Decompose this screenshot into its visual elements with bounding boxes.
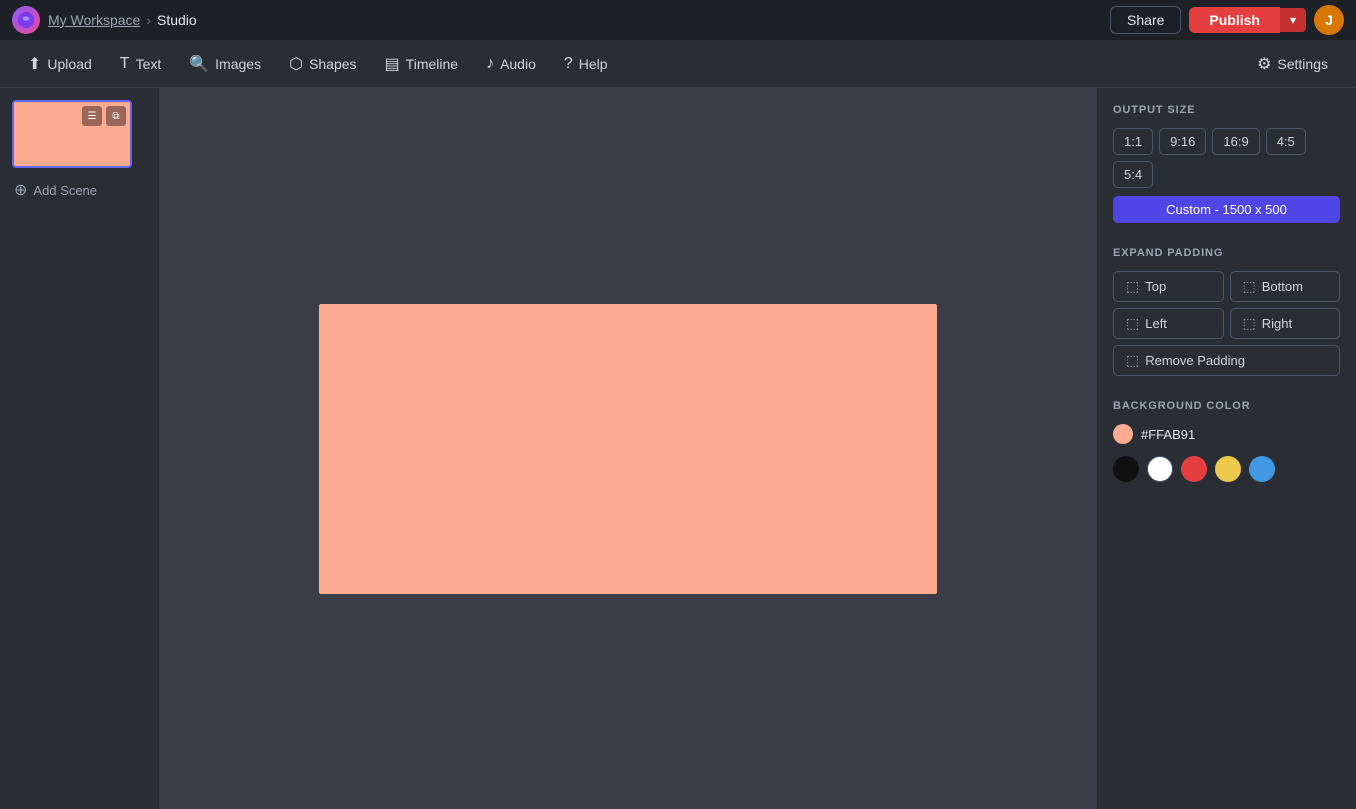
bg-color-row: #FFAB91 — [1113, 424, 1340, 444]
color-blue[interactable] — [1249, 456, 1275, 482]
remove-padding-icon: ⬚ — [1126, 352, 1139, 369]
workspace-link[interactable]: My Workspace — [48, 12, 140, 28]
right-panel: OUTPUT SIZE 1:1 9:16 16:9 4:5 5:4 Custom… — [1096, 88, 1356, 809]
nav-left: My Workspace › Studio — [12, 6, 197, 34]
left-panel: ☰ ⧉ ⊕ Add Scene — [0, 88, 160, 809]
scene-thumbnail[interactable]: ☰ ⧉ — [12, 100, 132, 168]
toolbar: ⬆ Upload T Text 🔍 Images ⬡ Shapes ▤ Time… — [0, 40, 1356, 88]
text-tool-button[interactable]: T Text — [108, 49, 173, 79]
publish-dropdown-button[interactable]: ▾ — [1280, 8, 1306, 32]
output-size-section: OUTPUT SIZE 1:1 9:16 16:9 4:5 5:4 Custom… — [1113, 104, 1340, 223]
expand-padding-section: EXPAND PADDING ⬚ Top ⬚ Bottom ⬚ Left — [1113, 247, 1340, 376]
color-white[interactable] — [1147, 456, 1173, 482]
right-padding-icon: ⬚ — [1243, 315, 1256, 332]
expand-padding-title: EXPAND PADDING — [1113, 247, 1340, 259]
padding-row-top-bottom: ⬚ Top ⬚ Bottom — [1113, 271, 1340, 302]
color-red[interactable] — [1181, 456, 1207, 482]
size-buttons: 1:1 9:16 16:9 4:5 5:4 — [1113, 128, 1340, 188]
right-label: Right — [1262, 316, 1292, 331]
shapes-icon: ⬡ — [289, 54, 303, 74]
color-black[interactable] — [1113, 456, 1139, 482]
background-color-section: BACKGROUND COLOR #FFAB91 — [1113, 400, 1340, 482]
main-content: ☰ ⧉ ⊕ Add Scene OUTPUT SIZE 1:1 9:16 16:… — [0, 88, 1356, 809]
color-yellow[interactable] — [1215, 456, 1241, 482]
audio-label: Audio — [500, 56, 536, 72]
size-1-1-button[interactable]: 1:1 — [1113, 128, 1153, 155]
padding-row-left-right: ⬚ Left ⬚ Right — [1113, 308, 1340, 339]
bottom-padding-icon: ⬚ — [1243, 278, 1256, 295]
top-nav: My Workspace › Studio Share Publish ▾ J — [0, 0, 1356, 40]
add-scene-button[interactable]: ⊕ Add Scene — [12, 176, 147, 204]
custom-size-button[interactable]: Custom - 1500 x 500 — [1113, 196, 1340, 223]
audio-tool-button[interactable]: ♪ Audio — [474, 49, 548, 79]
help-label: Help — [579, 56, 608, 72]
breadcrumb: My Workspace › Studio — [48, 12, 197, 28]
publish-group: Publish ▾ — [1189, 7, 1306, 33]
add-icon: ⊕ — [14, 180, 27, 200]
settings-label: Settings — [1277, 56, 1328, 72]
timeline-label: Timeline — [406, 56, 458, 72]
output-size-title: OUTPUT SIZE — [1113, 104, 1340, 116]
images-tool-button[interactable]: 🔍 Images — [177, 48, 273, 80]
size-5-4-button[interactable]: 5:4 — [1113, 161, 1153, 188]
images-label: Images — [215, 56, 261, 72]
bg-color-title: BACKGROUND COLOR — [1113, 400, 1340, 412]
share-button[interactable]: Share — [1110, 6, 1181, 34]
upload-tool-button[interactable]: ⬆ Upload — [16, 48, 104, 80]
upload-label: Upload — [47, 56, 91, 72]
shapes-tool-button[interactable]: ⬡ Shapes — [277, 48, 368, 80]
scene-menu-icon[interactable]: ☰ — [82, 106, 102, 126]
help-tool-button[interactable]: ? Help — [552, 49, 620, 79]
settings-icon: ⚙ — [1257, 54, 1271, 74]
left-padding-button[interactable]: ⬚ Left — [1113, 308, 1224, 339]
workspace-avatar — [12, 6, 40, 34]
left-padding-icon: ⬚ — [1126, 315, 1139, 332]
nav-right: Share Publish ▾ J — [1110, 5, 1344, 35]
timeline-tool-button[interactable]: ▤ Timeline — [373, 48, 471, 80]
upload-icon: ⬆ — [28, 54, 41, 74]
images-icon: 🔍 — [189, 54, 209, 74]
canvas-area[interactable] — [160, 88, 1096, 809]
size-16-9-button[interactable]: 16:9 — [1212, 128, 1259, 155]
scene-copy-icon[interactable]: ⧉ — [106, 106, 126, 126]
remove-padding-label: Remove Padding — [1145, 353, 1245, 368]
size-9-16-button[interactable]: 9:16 — [1159, 128, 1206, 155]
bg-color-swatch[interactable] — [1113, 424, 1133, 444]
timeline-icon: ▤ — [385, 54, 400, 74]
settings-button[interactable]: ⚙ Settings — [1245, 48, 1340, 80]
scene-thumb-actions: ☰ ⧉ — [82, 106, 126, 126]
canvas[interactable] — [319, 304, 937, 594]
bottom-padding-button[interactable]: ⬚ Bottom — [1230, 271, 1341, 302]
publish-button[interactable]: Publish — [1189, 7, 1280, 33]
remove-padding-button[interactable]: ⬚ Remove Padding — [1113, 345, 1340, 376]
color-palette — [1113, 456, 1340, 482]
shapes-label: Shapes — [309, 56, 356, 72]
size-4-5-button[interactable]: 4:5 — [1266, 128, 1306, 155]
right-padding-button[interactable]: ⬚ Right — [1230, 308, 1341, 339]
breadcrumb-current: Studio — [157, 12, 197, 28]
left-label: Left — [1145, 316, 1167, 331]
audio-icon: ♪ — [486, 55, 494, 73]
top-padding-button[interactable]: ⬚ Top — [1113, 271, 1224, 302]
add-scene-label: Add Scene — [33, 183, 97, 198]
text-icon: T — [120, 55, 130, 73]
padding-grid: ⬚ Top ⬚ Bottom ⬚ Left ⬚ Right — [1113, 271, 1340, 376]
top-padding-icon: ⬚ — [1126, 278, 1139, 295]
breadcrumb-separator: › — [146, 12, 151, 28]
bg-color-hex-value: #FFAB91 — [1141, 427, 1195, 442]
text-label: Text — [136, 56, 162, 72]
help-icon: ? — [564, 55, 573, 73]
bottom-label: Bottom — [1262, 279, 1303, 294]
user-avatar[interactable]: J — [1314, 5, 1344, 35]
top-label: Top — [1145, 279, 1166, 294]
